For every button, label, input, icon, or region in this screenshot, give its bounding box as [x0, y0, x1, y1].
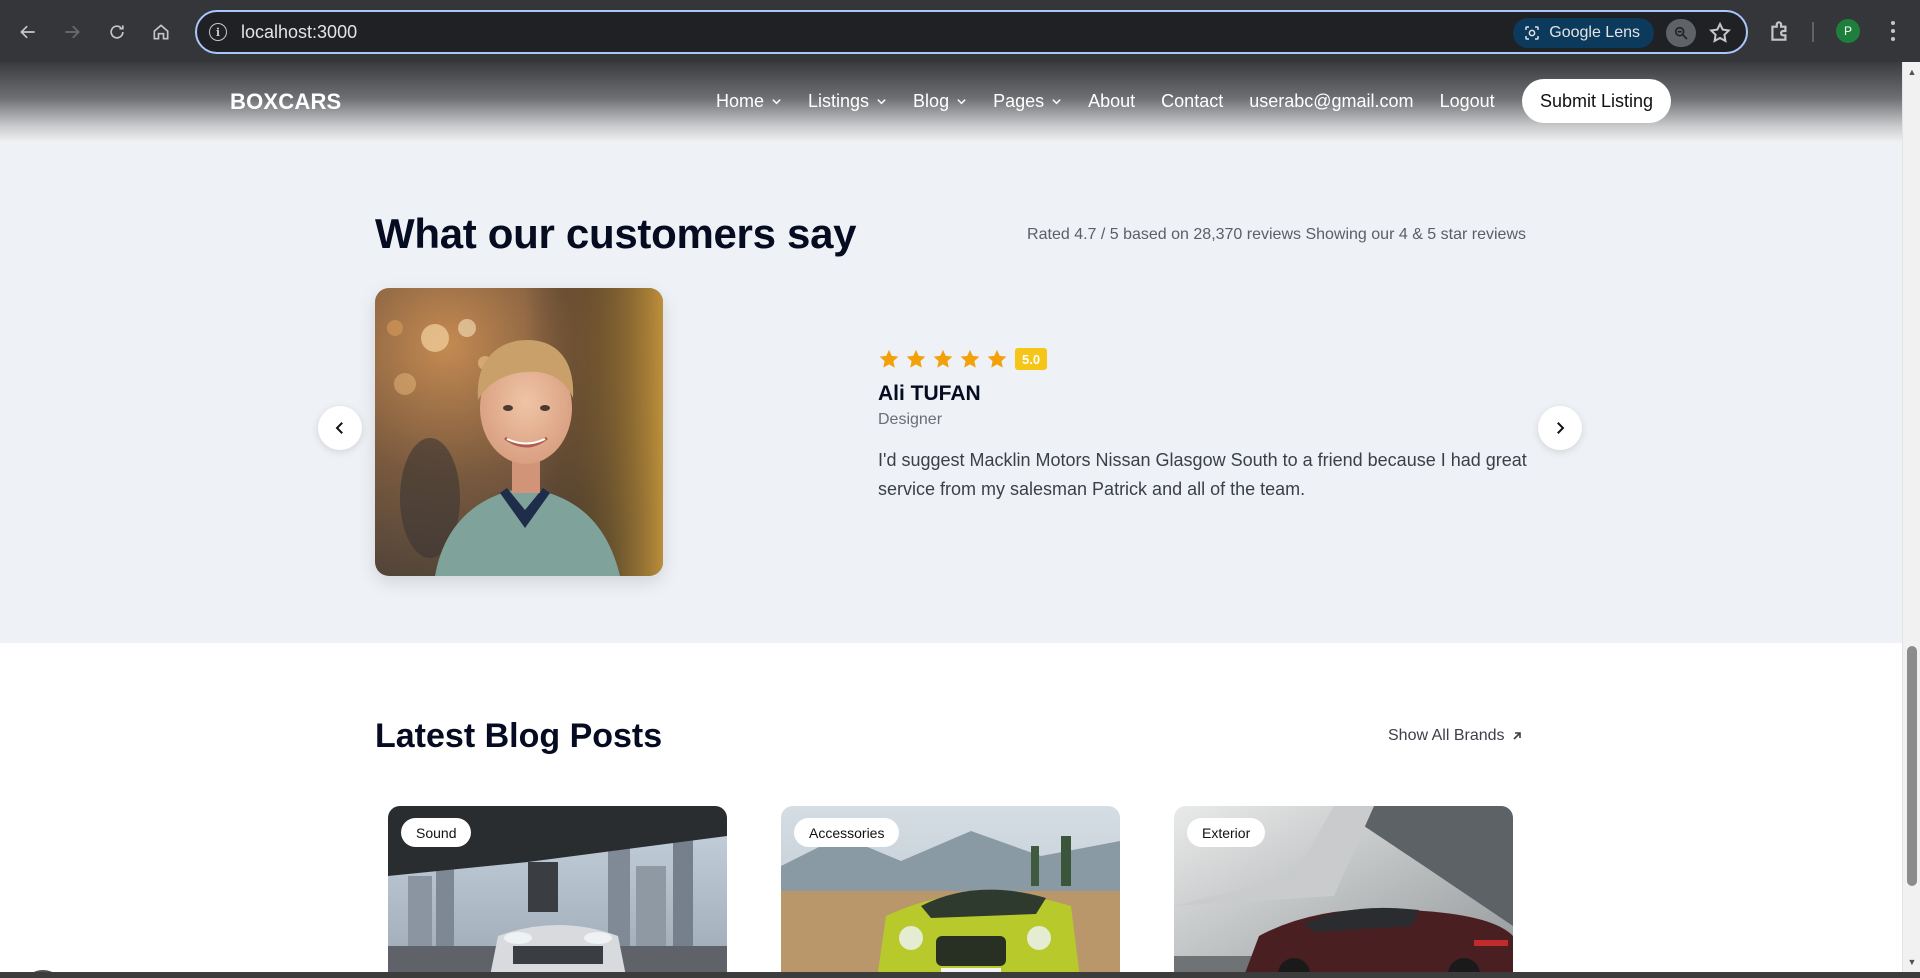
blog-post-card[interactable]: Accessories [781, 806, 1120, 972]
score-badge: 5.0 [1015, 348, 1048, 370]
rating-summary: Rated 4.7 / 5 based on 28,370 reviews Sh… [1027, 226, 1526, 243]
carousel-next-button[interactable] [1538, 406, 1582, 450]
nav-label: Contact [1161, 91, 1224, 111]
reload-button[interactable] [99, 14, 135, 50]
arrow-left-icon [20, 25, 35, 39]
carousel-prev-button[interactable] [318, 406, 362, 450]
toolbar-divider [1812, 22, 1814, 42]
reviewer-portrait-image [375, 288, 663, 576]
nav-label: Pages [993, 91, 1045, 111]
kebab-icon [1891, 21, 1895, 41]
chevron-down-icon [877, 99, 886, 105]
section-title: What our customers say [375, 210, 857, 257]
brand-logo[interactable]: BOXCARS [230, 89, 341, 115]
nav-item-logout[interactable]: Logout [1440, 91, 1495, 112]
address-bar[interactable]: i localhost:3000 Google Lens [195, 10, 1748, 54]
reviewer-photo [375, 288, 663, 576]
post-category-tag[interactable]: Sound [401, 818, 472, 847]
profile-avatar[interactable]: P [1836, 19, 1860, 43]
blog-post-card[interactable]: Sound [388, 806, 727, 972]
reviewer-role: Designer [878, 411, 943, 428]
star-icon [879, 349, 899, 368]
chevron-right-icon [1557, 422, 1565, 434]
star-icon [960, 349, 980, 368]
puzzle-icon [1771, 21, 1787, 41]
post-category-tag[interactable]: Exterior [1187, 818, 1266, 847]
url-text[interactable]: localhost:3000 [241, 22, 357, 43]
reviewer-name: Ali TUFAN [878, 382, 981, 405]
arrow-up-right-icon [1512, 732, 1521, 740]
site-info-icon[interactable]: i [209, 23, 227, 41]
nav-label: Blog [913, 91, 950, 111]
nav-item-home[interactable]: Home [716, 91, 782, 112]
chevron-down-icon [1052, 99, 1061, 105]
browser-toolbar: i localhost:3000 Google Lens P [0, 0, 1920, 62]
reload-icon [110, 25, 124, 39]
scroll-down-icon[interactable]: ▼ [1907, 958, 1917, 967]
chevron-left-icon [335, 422, 343, 434]
arrow-right-icon [65, 25, 80, 39]
nav-label: Logout [1439, 91, 1495, 111]
chevron-down-icon [957, 99, 966, 105]
google-lens-button[interactable]: Google Lens [1513, 18, 1654, 48]
site-header: BOXCARS Home Listings Blog Pages About C… [0, 62, 1902, 142]
scrollbar-thumb[interactable] [1907, 646, 1917, 886]
review-text: I'd suggest Macklin Motors Nissan Glasgo… [878, 450, 1527, 499]
home-button[interactable] [143, 14, 179, 50]
scroll-up-icon[interactable]: ▲ [1907, 68, 1917, 77]
zoom-button[interactable] [1666, 19, 1696, 47]
main-nav: Home Listings Blog Pages About Contact u… [716, 91, 1495, 112]
nav-item-about[interactable]: About [1088, 91, 1135, 112]
blog-post-card[interactable]: Exterior [1174, 806, 1513, 972]
nav-item-user-email[interactable]: userabc@gmail.com [1249, 91, 1413, 112]
home-icon [153, 24, 169, 40]
chevron-down-icon [772, 99, 781, 105]
star-outline-icon [1709, 21, 1731, 43]
nav-item-blog[interactable]: Blog [913, 91, 967, 112]
nav-item-pages[interactable]: Pages [993, 91, 1062, 112]
lens-icon [1525, 26, 1540, 40]
vertical-scrollbar[interactable]: ▲ ▼ [1902, 62, 1920, 972]
submit-listing-button[interactable]: Submit Listing [1522, 79, 1671, 123]
forward-button[interactable] [54, 14, 90, 50]
show-all-label: Show All Brands [1388, 727, 1505, 744]
show-all-brands-link[interactable]: Show All Brands [1388, 727, 1523, 745]
testimonials-section: What our customers say Rated 4.7 / 5 bas… [0, 142, 1902, 643]
bookmark-button[interactable] [1708, 21, 1732, 45]
nav-item-listings[interactable]: Listings [808, 91, 887, 112]
star-icon [987, 349, 1007, 368]
nav-label: Home [716, 91, 765, 111]
menu-button[interactable] [1884, 18, 1902, 44]
star-icon [933, 349, 953, 368]
nav-label: Listings [808, 91, 870, 111]
lens-label: Google Lens [1549, 24, 1640, 41]
post-category-tag[interactable]: Accessories [794, 818, 900, 847]
bottom-edge [0, 972, 1920, 978]
zoom-icon [1674, 26, 1688, 40]
nav-label: About [1088, 91, 1136, 111]
nav-label: userabc@gmail.com [1249, 91, 1414, 111]
extensions-button[interactable] [1767, 18, 1793, 44]
nav-item-contact[interactable]: Contact [1161, 91, 1223, 112]
blog-section-title: Latest Blog Posts [375, 717, 663, 755]
back-button[interactable] [10, 14, 46, 50]
rating-stars: 5.0 [878, 348, 1048, 370]
page-viewport: BOXCARS Home Listings Blog Pages About C… [0, 62, 1902, 972]
star-icon [906, 349, 926, 368]
